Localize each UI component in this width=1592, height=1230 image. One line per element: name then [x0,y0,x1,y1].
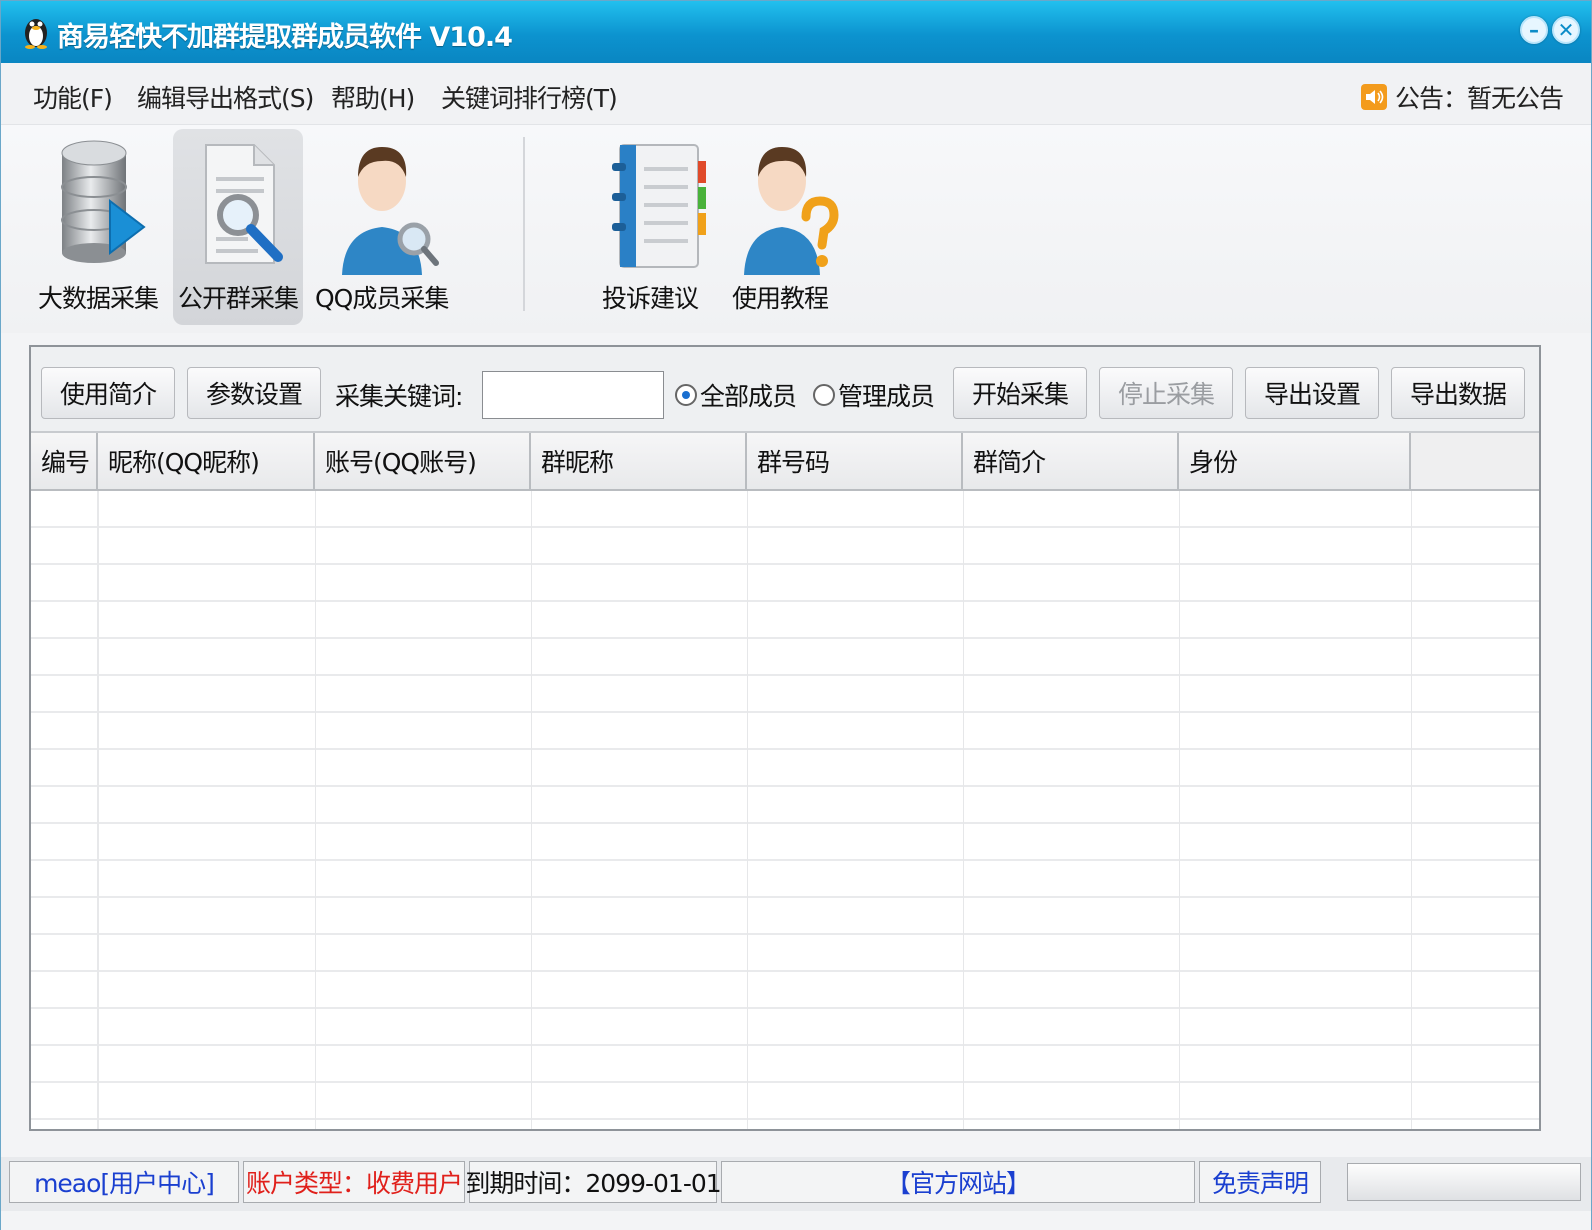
app-window: 商易轻快不加群提取群成员软件 V10.4 – ✕ 功能(F) 编辑导出格式(S)… [0,0,1592,1230]
radio-all-members[interactable]: 全部成员 [675,377,797,413]
radio-checked-icon [675,384,697,406]
col-number[interactable]: 编号 [31,433,98,489]
toolbar-separator [523,137,525,311]
radio-admin-members[interactable]: 管理成员 [813,377,935,413]
member-table[interactable]: 编号 昵称(QQ昵称) 账号(QQ账号) 群昵称 群号码 群简介 身份 [31,433,1539,1129]
grid-line [1411,491,1412,1129]
user-search-icon [342,147,439,275]
toolbar: 大数据采集 公开群采集 QQ成员采集 投诉建议 使用教程 [1,125,1591,333]
window-bottom [1,1211,1591,1230]
tool-label: 大数据采集 [37,284,159,313]
close-icon: ✕ [1557,18,1575,42]
tool-qq-member-collect[interactable]: QQ成员采集 [315,129,449,325]
minimize-icon: – [1529,18,1539,42]
expiry-date: 到期时间：2099-01-01 [465,1161,722,1203]
grid-line [315,491,316,1129]
start-collect-button[interactable]: 开始采集 [953,367,1087,419]
keyword-label: 采集关键词: [335,382,463,411]
tool-label: 公开群采集 [177,284,299,313]
table-body[interactable] [31,491,1539,1129]
radio-label: 全部成员 [700,382,797,411]
settings-button[interactable]: 参数设置 [187,367,321,419]
intro-button[interactable]: 使用简介 [41,367,175,419]
keyword-input[interactable] [482,371,664,419]
status-bar: meao[用户中心] 账户类型：收费用户 到期时间：2099-01-01 【官方… [1,1157,1591,1211]
database-icon [61,140,146,263]
col-group-number[interactable]: 群号码 [747,433,963,489]
tool-big-data-collect[interactable]: 大数据采集 [33,129,163,325]
menu-edit-export-format[interactable]: 编辑导出格式(S) [137,79,314,115]
col-group-nickname[interactable]: 群昵称 [531,433,747,489]
user-help-icon [744,147,839,275]
close-button[interactable]: ✕ [1552,16,1580,44]
minimize-button[interactable]: – [1520,16,1548,44]
menu-keyword-ranking[interactable]: 关键词排行榜(T) [441,79,618,115]
radio-label: 管理成员 [838,382,935,411]
tool-label: QQ成员采集 [315,284,449,313]
notebook-icon [612,144,706,268]
notice: 公告：暂无公告 [1360,79,1564,115]
tool-tutorial[interactable]: 使用教程 [715,129,845,325]
account-type: 账户类型：收费用户 [243,1161,465,1203]
user-center-link[interactable]: meao[用户中心] [9,1161,239,1203]
col-account[interactable]: 账号(QQ账号) [315,433,531,489]
menu-function[interactable]: 功能(F) [33,79,113,115]
title-bar[interactable]: 商易轻快不加群提取群成员软件 V10.4 – ✕ [1,1,1591,63]
grid-line [963,491,964,1129]
main-panel: 使用简介 参数设置 采集关键词: 全部成员 管理成员 开始采集 停止采集 导出设… [29,345,1541,1131]
tool-complaint-suggestion[interactable]: 投诉建议 [585,129,715,325]
disclaimer-link[interactable]: 免责声明 [1199,1161,1321,1203]
tool-label: 投诉建议 [601,284,699,313]
grid-line [531,491,532,1129]
radio-unchecked-icon [813,384,835,406]
menu-bar: 功能(F) 编辑导出格式(S) 帮助(H) 关键词排行榜(T) 公告：暂无公告 [1,63,1591,125]
tool-label: 使用教程 [731,284,829,313]
tool-public-group-collect[interactable]: 公开群采集 [173,129,303,325]
control-bar: 使用简介 参数设置 采集关键词: 全部成员 管理成员 开始采集 停止采集 导出设… [31,347,1539,433]
notice-text: 公告：暂无公告 [1394,84,1564,113]
col-role[interactable]: 身份 [1179,433,1411,489]
col-group-intro[interactable]: 群简介 [963,433,1179,489]
progress-bar [1347,1163,1581,1201]
penguin-icon [25,19,47,49]
export-settings-button[interactable]: 导出设置 [1245,367,1379,419]
speaker-icon [1360,84,1387,110]
col-nickname[interactable]: 昵称(QQ昵称) [98,433,315,489]
table-header: 编号 昵称(QQ昵称) 账号(QQ账号) 群昵称 群号码 群简介 身份 [31,433,1539,491]
official-website-link[interactable]: 【官方网站】 [721,1161,1195,1203]
window-title: 商易轻快不加群提取群成员软件 V10.4 [57,22,513,53]
grid-line [1179,491,1180,1129]
menu-help[interactable]: 帮助(H) [331,79,415,115]
stop-collect-button[interactable]: 停止采集 [1099,367,1233,419]
export-data-button[interactable]: 导出数据 [1391,367,1525,419]
grid-line [747,491,748,1129]
document-search-icon [205,144,283,264]
